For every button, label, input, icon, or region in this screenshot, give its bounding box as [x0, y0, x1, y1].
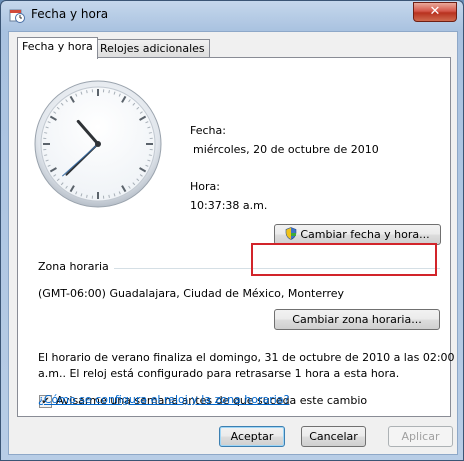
- close-button[interactable]: ✕: [413, 2, 457, 22]
- clock-center: [95, 141, 101, 147]
- dst-message-line1: El horario de verano finaliza el domingo…: [38, 351, 455, 364]
- clock-minute-tick: [148, 132, 152, 134]
- tab-panel: Fecha: miércoles, 20 de octubre de 2010 …: [17, 57, 455, 417]
- clock-minute-tick: [86, 194, 88, 198]
- ok-button[interactable]: Aceptar: [219, 426, 285, 447]
- title-bar[interactable]: Fecha y hora ✕: [1, 1, 463, 29]
- clock-minute-tick: [108, 194, 110, 198]
- time-value: 10:37:38 a.m.: [190, 199, 268, 212]
- shield-icon: [286, 227, 297, 240]
- change-date-time-button[interactable]: Cambiar fecha y hora...: [274, 224, 441, 245]
- date-label: Fecha:: [190, 124, 226, 137]
- timezone-value: (GMT-06:00) Guadalajara, Ciudad de Méxic…: [38, 287, 345, 300]
- time-label: Hora:: [190, 180, 220, 193]
- date-time-icon: [9, 9, 25, 23]
- dst-message-line2: a.m.. El reloj está configurado para ret…: [38, 367, 400, 380]
- date-value: miércoles, 20 de octubre de 2010: [193, 143, 379, 156]
- timezone-section-label: Zona horaria: [38, 260, 109, 273]
- window-title: Fecha y hora: [31, 7, 109, 21]
- change-date-time-label: Cambiar fecha y hora...: [300, 228, 430, 241]
- clock-minute-tick: [148, 154, 152, 156]
- analog-clock: [34, 80, 162, 208]
- close-icon: ✕: [429, 4, 441, 19]
- help-link[interactable]: ¿Cómo se configura el reloj y la zona ho…: [38, 393, 289, 406]
- dialog-window: Fecha y hora ✕ Fecha y hora Relojes adic…: [0, 0, 464, 461]
- tab-relojes-adicionales[interactable]: Relojes adicionales: [95, 39, 210, 58]
- apply-button[interactable]: Aplicar: [388, 426, 453, 447]
- clock-minute-tick: [44, 132, 48, 134]
- clock-minute-tick: [108, 90, 110, 94]
- clock-minute-tick: [86, 90, 88, 94]
- tab-fecha-y-hora[interactable]: Fecha y hora: [17, 37, 98, 59]
- clock-minute-tick: [44, 154, 48, 156]
- cancel-button[interactable]: Cancelar: [301, 426, 366, 447]
- highlight-box: [251, 243, 437, 276]
- change-timezone-button[interactable]: Cambiar zona horaria...: [274, 309, 440, 330]
